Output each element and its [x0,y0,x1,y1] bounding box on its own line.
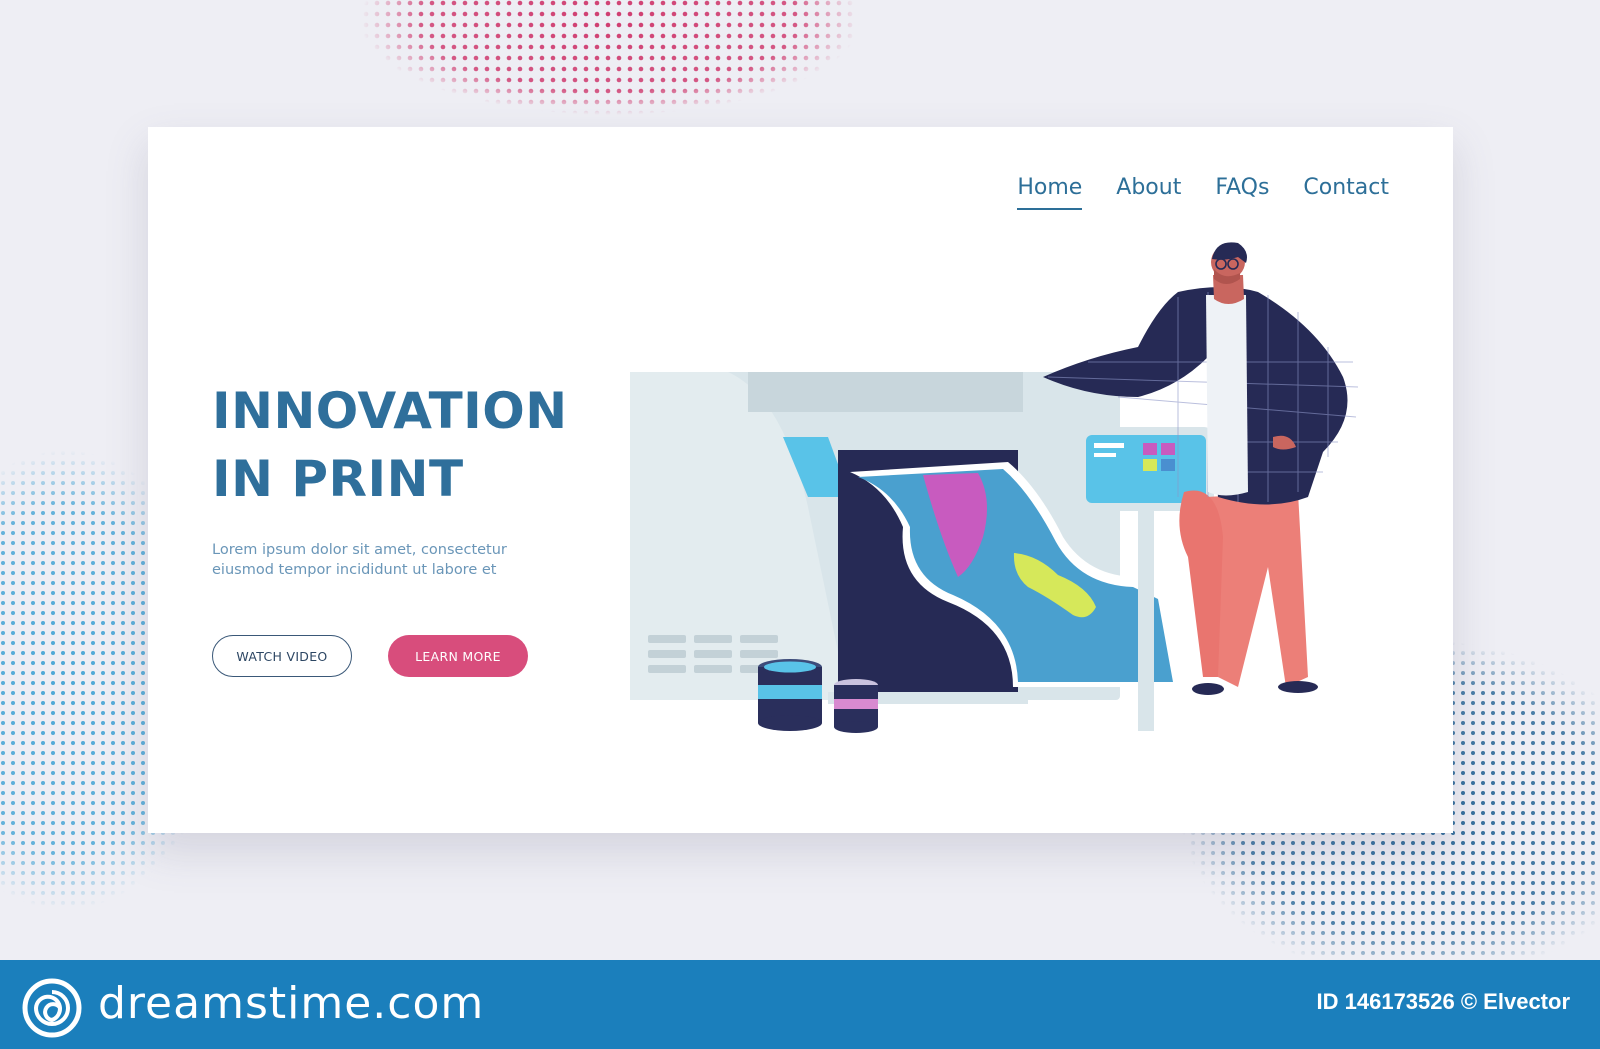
top-navigation: Home About FAQs Contact [1017,175,1389,210]
footer-banner: dreamstime.com ID 146173526 © Elvector [0,960,1600,1049]
hero-title-line-1: INNOVATION [212,382,568,440]
hero-title-line-2: IN PRINT [212,450,464,508]
nav-home-link[interactable]: Home [1017,175,1083,210]
hero-description: Lorem ipsum dolor sit amet, consectetur … [212,542,507,578]
landing-page-card: Home About FAQs Contact INNOVATION IN PR… [148,127,1453,833]
learn-more-button[interactable]: LEARN MORE [388,635,528,677]
footer-brand-name: dreamstime.com [98,978,485,1029]
image-credit: ID 146173526 © Elvector [1316,989,1570,1014]
hero-title: INNOVATION IN PRINT [212,377,568,513]
dreamstime-spiral-logo-icon [22,978,82,1038]
nav-about-link[interactable]: About [1116,175,1181,210]
printing-illustration [630,242,1359,733]
nav-contact-link[interactable]: Contact [1303,175,1389,210]
watch-video-button[interactable]: WATCH VIDEO [212,635,352,677]
nav-faqs-link[interactable]: FAQs [1215,175,1269,210]
